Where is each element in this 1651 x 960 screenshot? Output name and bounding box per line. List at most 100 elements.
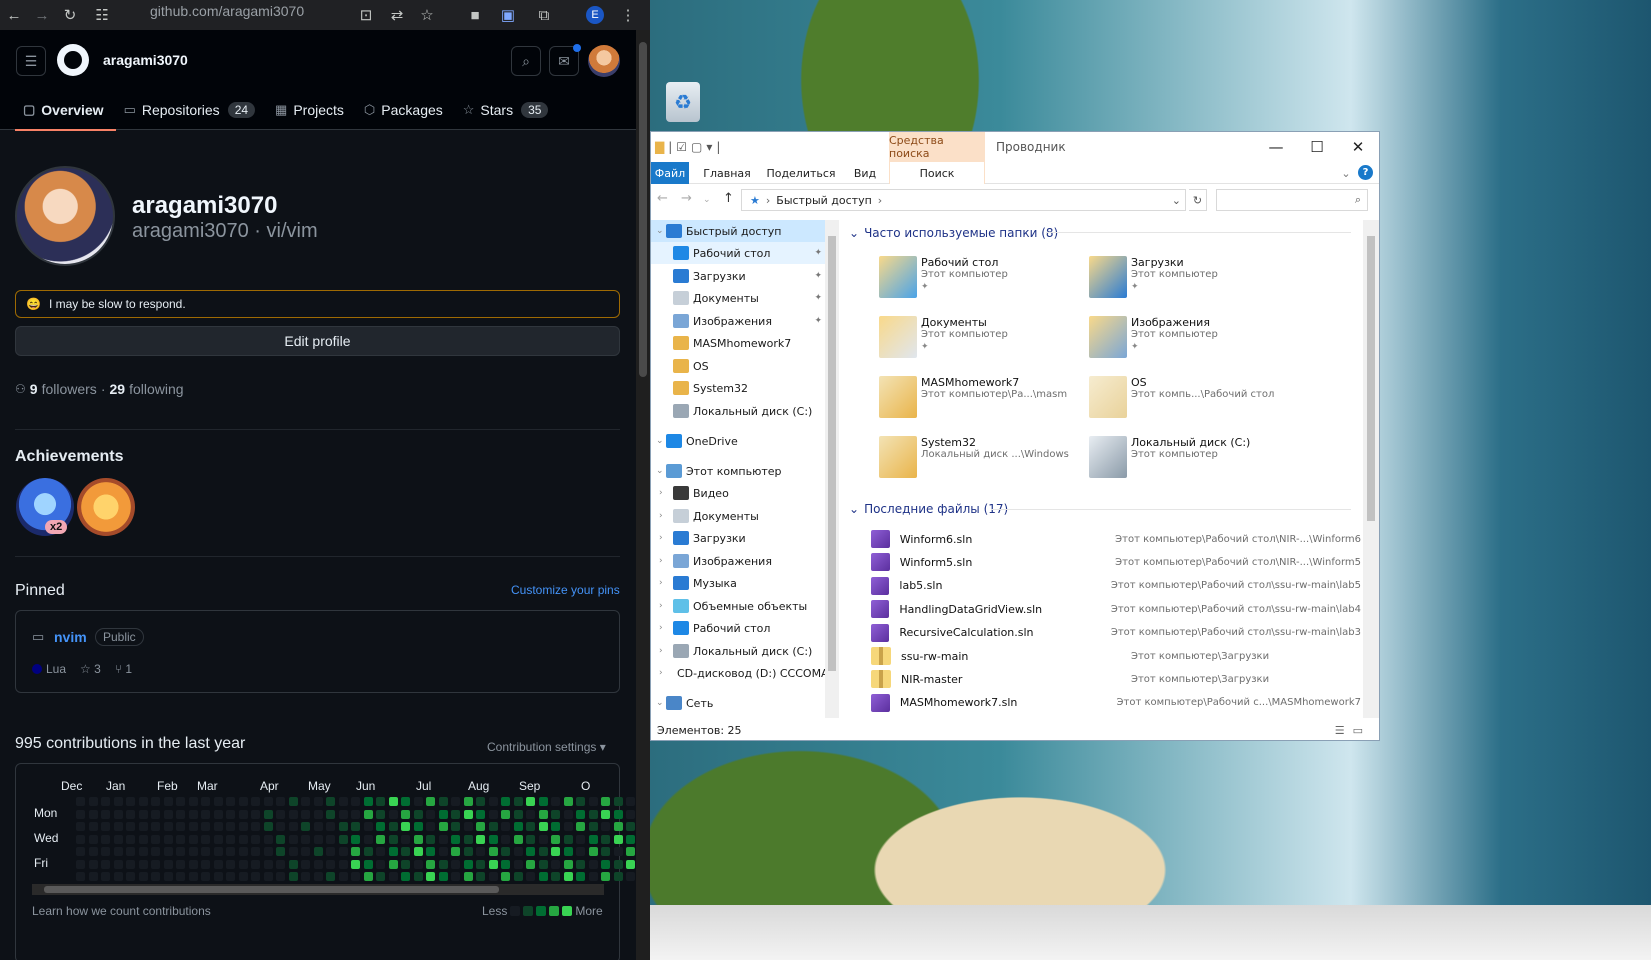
contribution-day-cell[interactable] <box>163 834 173 844</box>
contribution-day-cell[interactable] <box>526 872 535 881</box>
contribution-day-cell[interactable] <box>601 822 610 831</box>
contribution-day-cell[interactable] <box>488 822 498 831</box>
contribution-day-cell[interactable] <box>238 859 248 869</box>
contribution-day-cell[interactable] <box>276 809 285 819</box>
learn-contributions-link[interactable]: Learn how we count contributions <box>32 904 211 918</box>
nav-pane-scrollbar[interactable] <box>825 220 839 718</box>
contribution-day-cell[interactable] <box>226 859 235 869</box>
contribution-day-cell[interactable] <box>538 822 548 831</box>
contribution-day-cell[interactable] <box>151 872 160 881</box>
contribution-day-cell[interactable] <box>213 859 223 869</box>
contribution-day-cell[interactable] <box>88 797 98 806</box>
nav-item[interactable]: OS <box>651 355 825 377</box>
contribution-day-cell[interactable] <box>301 859 310 869</box>
contribution-day-cell[interactable] <box>176 847 185 856</box>
contribution-day-cell[interactable] <box>188 872 198 881</box>
contribution-settings-dropdown[interactable]: Contribution settings ▾ <box>487 740 606 754</box>
contribution-day-cell[interactable] <box>338 822 348 831</box>
contribution-day-cell[interactable] <box>288 834 298 844</box>
ribbon-tab-home[interactable]: Главная <box>701 162 753 184</box>
contribution-day-cell[interactable] <box>501 872 510 881</box>
contribution-day-cell[interactable] <box>538 847 548 856</box>
contribution-day-cell[interactable] <box>251 859 260 869</box>
contribution-day-cell[interactable] <box>626 809 635 819</box>
contribution-day-cell[interactable] <box>563 859 573 869</box>
contribution-day-cell[interactable] <box>126 859 135 869</box>
contribution-day-cell[interactable] <box>151 847 160 856</box>
contribution-day-cell[interactable] <box>251 872 260 881</box>
contribution-day-cell[interactable] <box>526 797 535 806</box>
contribution-day-cell[interactable] <box>551 834 560 844</box>
contribution-day-cell[interactable] <box>376 859 385 869</box>
contribution-day-cell[interactable] <box>613 847 623 856</box>
contribution-day-cell[interactable] <box>476 872 485 881</box>
contribution-day-cell[interactable] <box>576 822 585 831</box>
contribution-day-cell[interactable] <box>201 859 210 869</box>
expand-chevron-icon[interactable]: ⌄ <box>656 226 664 236</box>
contribution-day-cell[interactable] <box>151 809 160 819</box>
contribution-day-cell[interactable] <box>276 847 285 856</box>
contribution-day-cell[interactable] <box>201 872 210 881</box>
contribution-day-cell[interactable] <box>213 834 223 844</box>
contribution-day-cell[interactable] <box>276 834 285 844</box>
contribution-day-cell[interactable] <box>476 809 485 819</box>
contribution-day-cell[interactable] <box>388 809 398 819</box>
contribution-day-cell[interactable] <box>126 797 135 806</box>
contribution-day-cell[interactable] <box>326 797 335 806</box>
contribution-day-cell[interactable] <box>288 822 298 831</box>
contribution-day-cell[interactable] <box>176 834 185 844</box>
contribution-day-cell[interactable] <box>176 822 185 831</box>
folder-tile[interactable]: Локальный диск (C:) Этот компьютер <box>1089 432 1289 488</box>
contribution-day-cell[interactable] <box>501 822 510 831</box>
contribution-day-cell[interactable] <box>488 872 498 881</box>
contribution-day-cell[interactable] <box>301 872 310 881</box>
ribbon-tab-view[interactable]: Вид <box>849 162 881 184</box>
contribution-day-cell[interactable] <box>476 822 485 831</box>
search-tools-context-tab[interactable]: Средства поиска <box>889 132 985 162</box>
contribution-day-cell[interactable] <box>501 797 510 806</box>
contribution-day-cell[interactable] <box>263 847 273 856</box>
contribution-day-cell[interactable] <box>601 847 610 856</box>
contribution-day-cell[interactable] <box>613 872 623 881</box>
scroll-thumb[interactable] <box>44 886 499 893</box>
contribution-day-cell[interactable] <box>251 834 260 844</box>
contribution-day-cell[interactable] <box>588 809 598 819</box>
contribution-day-cell[interactable] <box>338 847 348 856</box>
contribution-day-cell[interactable] <box>101 859 110 869</box>
contribution-day-cell[interactable] <box>338 797 348 806</box>
contribution-day-cell[interactable] <box>488 797 498 806</box>
contribution-day-cell[interactable] <box>326 809 335 819</box>
contribution-day-cell[interactable] <box>626 872 635 881</box>
contribution-day-cell[interactable] <box>463 872 473 881</box>
contribution-day-cell[interactable] <box>351 834 360 844</box>
contribution-day-cell[interactable] <box>513 847 523 856</box>
folder-tile[interactable]: Рабочий стол Этот компьютер ✦ <box>879 252 1079 308</box>
contribution-day-cell[interactable] <box>426 859 435 869</box>
contribution-day-cell[interactable] <box>238 809 248 819</box>
contribution-day-cell[interactable] <box>463 797 473 806</box>
contribution-day-cell[interactable] <box>601 872 610 881</box>
contribution-day-cell[interactable] <box>126 809 135 819</box>
contribution-day-cell[interactable] <box>88 834 98 844</box>
contribution-day-cell[interactable] <box>326 834 335 844</box>
contribution-day-cell[interactable] <box>126 872 135 881</box>
contribution-day-cell[interactable] <box>538 872 548 881</box>
contribution-day-cell[interactable] <box>288 809 298 819</box>
contribution-day-cell[interactable] <box>201 847 210 856</box>
search-icon[interactable]: ⌕ <box>511 46 541 76</box>
nav-item[interactable]: MASMhomework7 <box>651 332 825 354</box>
contribution-day-cell[interactable] <box>563 797 573 806</box>
contribution-day-cell[interactable] <box>401 872 410 881</box>
up-arrow-icon[interactable]: ↑ <box>723 191 734 206</box>
contribution-day-cell[interactable] <box>351 822 360 831</box>
folder-tile[interactable]: Изображения Этот компьютер ✦ <box>1089 312 1289 368</box>
folder-tile[interactable]: OS Этот компь...\Рабочий стол <box>1089 372 1289 428</box>
contribution-day-cell[interactable] <box>226 809 235 819</box>
contribution-day-cell[interactable] <box>563 822 573 831</box>
contribution-day-cell[interactable] <box>301 797 310 806</box>
browser-menu-icon[interactable]: ⋮ <box>615 2 641 28</box>
contribution-day-cell[interactable] <box>488 859 498 869</box>
contribution-day-cell[interactable] <box>113 859 123 869</box>
extension-translate-icon[interactable]: ▣ <box>495 2 521 28</box>
contribution-day-cell[interactable] <box>238 822 248 831</box>
